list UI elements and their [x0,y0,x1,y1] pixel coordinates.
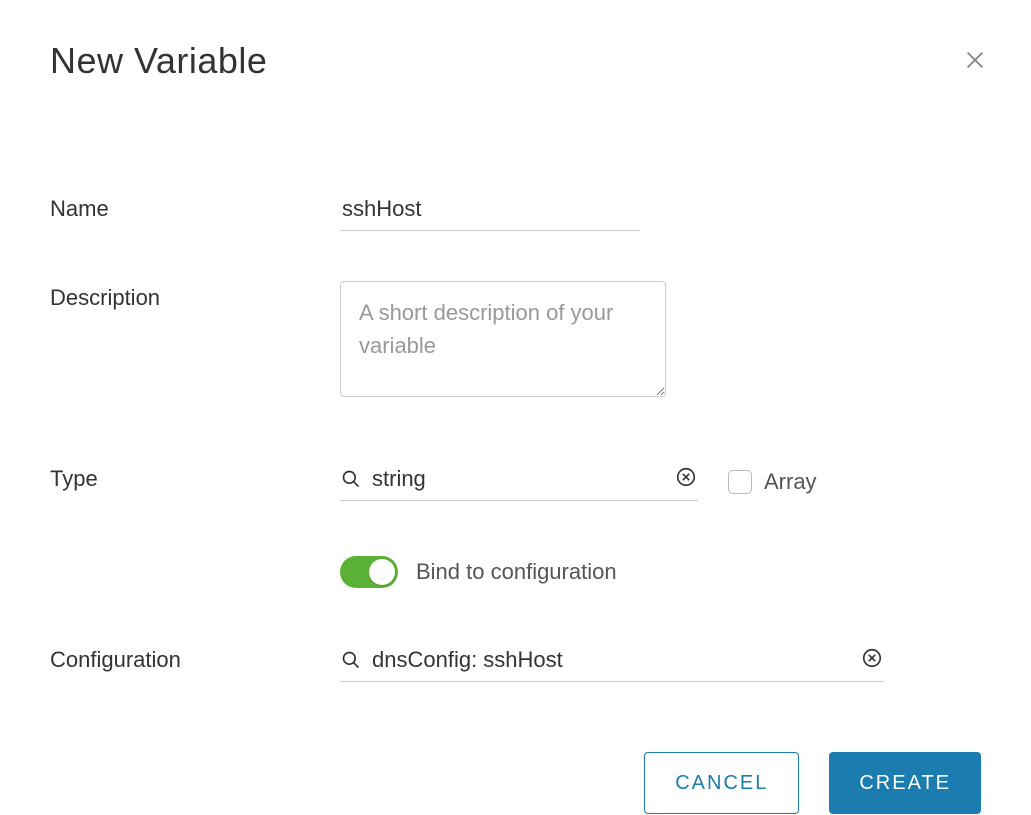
description-textarea[interactable] [340,281,666,397]
name-label: Name [50,192,340,222]
bind-row: Bind to configuration [50,556,981,588]
configuration-search-input[interactable] [372,645,860,675]
type-search-input[interactable] [372,464,674,494]
configuration-row: Configuration [50,643,981,682]
clear-icon [861,647,883,674]
array-checkbox-group: Array [728,469,817,495]
description-label: Description [50,281,340,311]
search-icon [340,468,362,490]
type-row: Type Arr [50,462,981,501]
create-button[interactable]: CREATE [829,752,981,814]
type-label: Type [50,462,340,492]
search-icon [340,649,362,671]
new-variable-dialog: New Variable Name Description Type [0,0,1031,815]
bind-toggle-label: Bind to configuration [416,559,617,585]
configuration-label: Configuration [50,643,340,673]
configuration-clear-button[interactable] [860,648,884,672]
clear-icon [675,466,697,493]
type-field[interactable] [340,462,698,501]
dialog-footer: CANCEL CREATE [50,752,981,814]
name-input[interactable] [340,192,640,231]
close-button[interactable] [961,48,989,76]
toggle-knob [369,559,395,585]
close-icon [964,49,986,76]
type-clear-button[interactable] [674,467,698,491]
array-checkbox[interactable] [728,470,752,494]
cancel-button[interactable]: CANCEL [644,752,799,814]
bind-toggle[interactable] [340,556,398,588]
array-checkbox-label: Array [764,469,817,495]
description-row: Description [50,281,981,402]
name-row: Name [50,192,981,231]
configuration-field[interactable] [340,643,884,682]
dialog-title: New Variable [50,40,981,82]
